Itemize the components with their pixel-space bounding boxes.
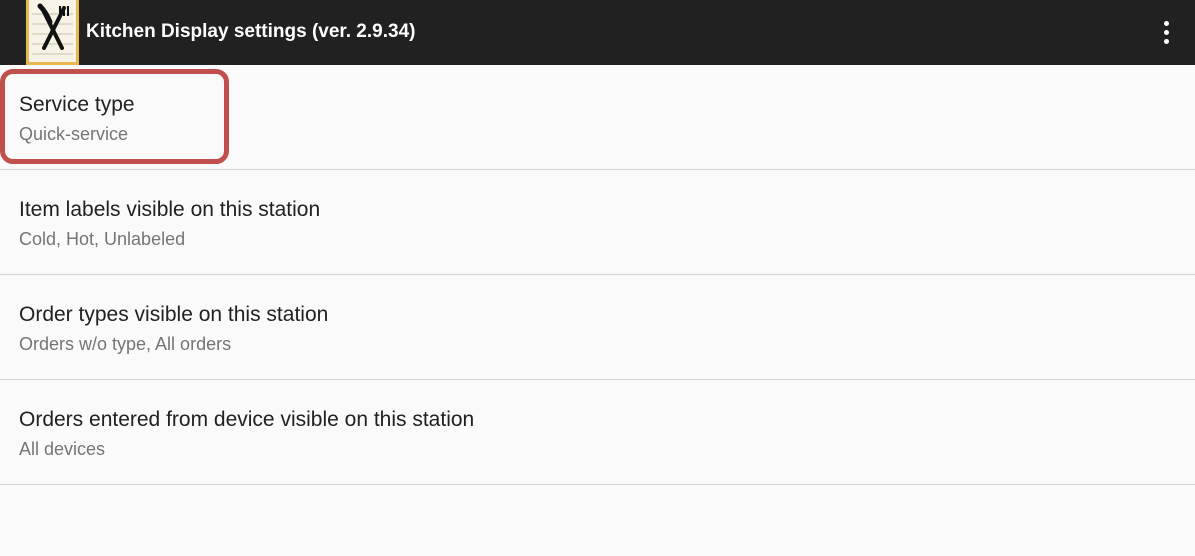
settings-list: Service type Quick-service Item labels v… [0, 65, 1195, 485]
app-title: Kitchen Display settings (ver. 2.9.34) [86, 21, 416, 42]
pref-summary: Quick-service [19, 124, 129, 144]
pref-item-labels[interactable]: Item labels visible on this station Cold… [0, 170, 1195, 275]
app-bar: Kitchen Display settings (ver. 2.9.34) [0, 0, 1195, 65]
pref-device-orders[interactable]: Orders entered from device visible on th… [0, 380, 1195, 485]
more-vert-icon [1163, 20, 1169, 26]
pref-summary: Orders w/o type, All orders [19, 334, 232, 354]
pref-summary: All devices [19, 439, 106, 459]
more-vert-icon-dot [1163, 29, 1169, 35]
pref-service-type[interactable]: Service type Quick-service [0, 65, 1195, 170]
more-options-button[interactable] [1151, 14, 1181, 50]
pref-title: Item labels visible on this station [19, 198, 321, 221]
pref-title: Order types visible on this station [19, 303, 329, 326]
pref-title: Orders entered from device visible on th… [19, 408, 475, 431]
kitchen-app-icon [26, 0, 79, 65]
more-vert-icon-dot [1163, 38, 1169, 44]
pref-summary: Cold, Hot, Unlabeled [19, 229, 186, 249]
pref-title: Service type [19, 93, 135, 116]
pref-order-types[interactable]: Order types visible on this station Orde… [0, 275, 1195, 380]
